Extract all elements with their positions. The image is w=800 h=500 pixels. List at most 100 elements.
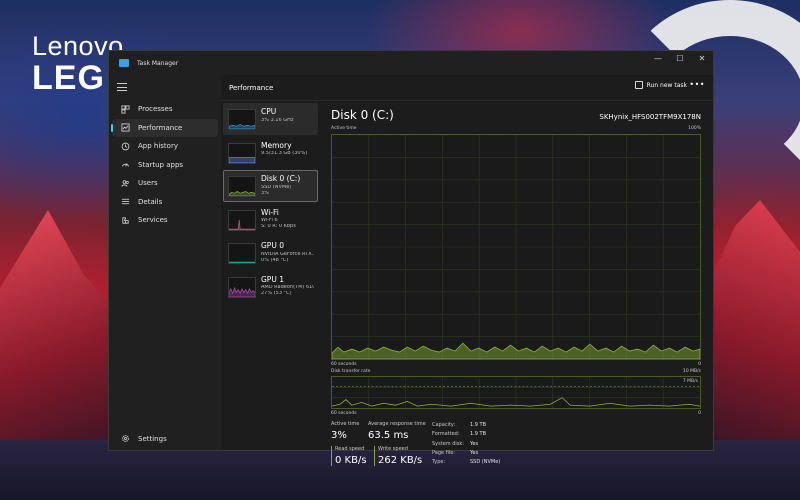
property-value: SSD (NVMe) xyxy=(470,459,501,466)
processes-grid-icon xyxy=(120,104,130,114)
transfer-rate-label: Disk transfer rate xyxy=(331,369,371,374)
transfer-x-right: 0 xyxy=(698,411,701,416)
device-meta: Wi-Fi Wi-Fi 6 S: 0 R: 0 Kbps xyxy=(261,207,296,230)
device-mini-graph xyxy=(228,243,256,264)
window-title: Task Manager xyxy=(137,59,179,67)
users-icon xyxy=(120,178,130,188)
device-item-disk-0-c[interactable]: Disk 0 (C:) SSD (NVMe) 3% xyxy=(223,170,318,202)
performance-chart-icon xyxy=(120,123,130,133)
property-row: Capacity: 1.9 TB xyxy=(432,421,500,430)
property-value: 1.9 TB xyxy=(470,422,487,428)
device-meta: GPU 1AMD Radeon(TM) 610...27% (53 °C) xyxy=(261,274,314,297)
device-detail: AMD Radeon(TM) 610... xyxy=(261,285,314,290)
device-name: Wi-Fi xyxy=(261,207,279,217)
maximize-button[interactable]: ☐ xyxy=(669,51,691,65)
device-detail: Wi-Fi 6 xyxy=(261,218,278,223)
device-item-memory[interactable]: Memory 9.5/31.3 GB (30%) xyxy=(223,137,318,169)
property-key: Type: xyxy=(432,459,446,466)
sidebar-item-details[interactable]: Details xyxy=(112,193,218,212)
run-task-icon xyxy=(634,81,643,89)
sidebar-item-label: Services xyxy=(138,216,168,225)
sidebar-item-app-history[interactable]: App history xyxy=(112,137,218,156)
device-name: GPU 0 xyxy=(261,241,284,250)
sidebar: Processes Performance App history Startup a… xyxy=(109,75,221,450)
sidebar-item-label: Performance xyxy=(138,123,183,132)
stat-label: Read speed xyxy=(335,446,365,452)
history-clock-icon xyxy=(120,141,130,151)
device-detail: SSD (NVMe) xyxy=(261,184,292,190)
close-button[interactable]: ✕ xyxy=(691,51,713,65)
sidebar-item-startup-apps[interactable]: Startup apps xyxy=(112,156,218,175)
device-usage: 27% (53 °C) xyxy=(261,291,292,296)
property-key: Capacity: xyxy=(432,422,456,428)
sidebar-nav: Processes Performance App history Startup a… xyxy=(109,100,221,230)
sidebar-item-users[interactable]: Users xyxy=(112,174,218,193)
main-panel: Performance Run new task ••• CPU 3% 3.16 … xyxy=(221,75,713,466)
transfer-rate-graph: 7 MB/s xyxy=(331,376,701,409)
stat-value: 262 KB/s xyxy=(378,455,423,466)
device-mini-graph xyxy=(228,176,256,197)
device-list: CPU 3% 3.16 GHz Memory 9.5/31.3 GB (30%) Dis… xyxy=(221,101,321,450)
property-row: Page file: Yes xyxy=(432,449,500,458)
sidebar-item-processes[interactable]: Processes xyxy=(112,100,218,119)
sidebar-item-label: Processes xyxy=(138,105,173,114)
run-new-task-button[interactable]: Run new task xyxy=(634,81,687,89)
property-row: Type: SSD (NVMe) xyxy=(432,458,500,467)
services-puzzle-icon xyxy=(120,215,130,225)
property-row: Formatted: 1.9 TB xyxy=(432,430,500,439)
device-item-cpu[interactable]: CPU 3% 3.16 GHz xyxy=(223,103,318,135)
device-meta: GPU 0 NVIDIA GeForce RTX... 0% (48 °C) xyxy=(261,242,314,263)
transfer-rate-mid: 7 MB/s xyxy=(682,379,698,384)
device-usage: S: 0 R: 0 Kbps xyxy=(261,224,296,229)
device-meta: Disk 0 (C:) SSD (NVMe) 3% xyxy=(261,175,300,196)
stat-value: 0 KB/s xyxy=(335,455,367,466)
disk-model: SKHynix_HFS002TFM9X178N xyxy=(599,113,701,121)
active-time-x-left: 60 seconds xyxy=(331,362,357,367)
device-name: CPU xyxy=(261,107,277,116)
device-detail: 9.5/31.3 GB (30%) xyxy=(261,151,308,156)
task-manager-window: Task Manager — ☐ ✕ Processes Performance A… xyxy=(108,50,714,466)
device-mini-graph xyxy=(228,276,256,298)
device-mini-graph xyxy=(228,109,256,130)
detail-title: Disk 0 (C:) xyxy=(331,108,394,122)
details-list-icon xyxy=(120,197,130,207)
main-header: Performance Run new task ••• xyxy=(221,75,713,101)
sidebar-item-label: Details xyxy=(138,197,163,206)
stat-write-speed: Write speed 262 KB/s xyxy=(374,446,422,466)
property-key: Page file: xyxy=(432,449,455,456)
device-meta: Memory 9.5/31.3 GB (30%) xyxy=(261,140,308,158)
gear-icon xyxy=(120,434,130,444)
sidebar-item-label: Users xyxy=(138,179,158,188)
title-bar[interactable]: Task Manager — ☐ ✕ xyxy=(109,51,713,75)
task-manager-app-icon xyxy=(119,59,129,67)
property-key: Formatted: xyxy=(432,431,460,438)
stat-response-time: Average response time 63.5 ms xyxy=(368,421,426,441)
device-mini-graph xyxy=(228,209,256,231)
minimize-button[interactable]: — xyxy=(647,51,669,65)
device-item-gpu-0[interactable]: GPU 0 NVIDIA GeForce RTX... 0% (48 °C) xyxy=(223,237,318,269)
device-mini-graph xyxy=(228,142,256,164)
sidebar-item-performance[interactable]: Performance xyxy=(111,118,218,137)
active-time-x-right: 0 xyxy=(698,362,701,367)
device-name: GPU 1 xyxy=(261,274,284,284)
device-item-gpu-1[interactable]: GPU 1AMD Radeon(TM) 610...27% (53 °C) xyxy=(223,271,318,303)
device-usage: 3% xyxy=(261,190,269,196)
sidebar-item-settings[interactable]: Settings xyxy=(112,430,218,449)
more-options-button[interactable]: ••• xyxy=(689,80,705,89)
device-detail: 3% 3.16 GHz xyxy=(261,117,294,123)
device-name: Memory xyxy=(261,140,292,150)
property-row: System disk: Yes xyxy=(432,440,500,449)
property-value: Yes xyxy=(470,440,479,447)
disk-properties: Capacity: 1.9 TB Formatted: 1.9 TB System di… xyxy=(432,421,500,467)
stat-label: Average response time xyxy=(368,421,426,427)
stat-read-speed: Read speed 0 KB/s xyxy=(331,446,367,466)
sidebar-item-services[interactable]: Services xyxy=(112,211,218,230)
device-item-wi-fi[interactable]: Wi-Fi Wi-Fi 6 S: 0 R: 0 Kbps xyxy=(223,204,318,236)
stat-value: 63.5 ms xyxy=(368,430,409,441)
device-meta: CPU 3% 3.16 GHz xyxy=(261,108,294,124)
hamburger-menu-icon[interactable] xyxy=(117,83,127,91)
property-value: Yes xyxy=(470,449,479,456)
stat-label: Write speed xyxy=(378,446,408,452)
transfer-x-left: 60 seconds xyxy=(331,411,357,416)
device-name: Disk 0 (C:) xyxy=(261,174,301,183)
